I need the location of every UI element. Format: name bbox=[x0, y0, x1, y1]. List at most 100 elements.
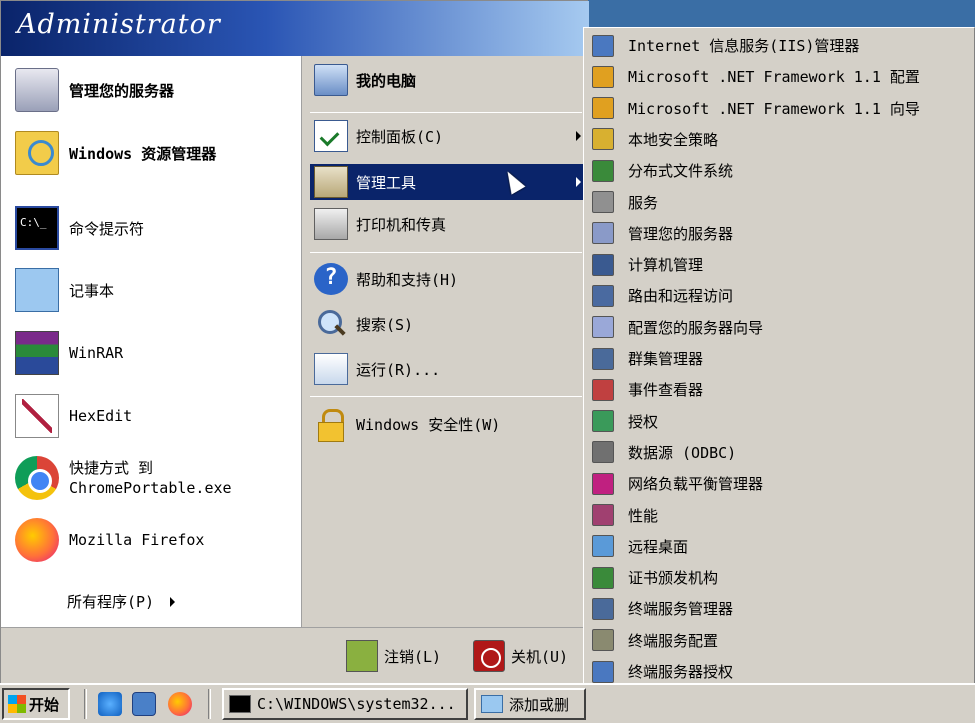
tool-icon bbox=[592, 65, 614, 88]
winrar-icon bbox=[15, 331, 59, 375]
submenu-item[interactable]: 管理您的服务器 bbox=[588, 218, 972, 249]
search-icon bbox=[314, 308, 348, 340]
cmd-icon bbox=[229, 695, 251, 713]
run-icon bbox=[314, 353, 348, 385]
right-my-computer[interactable]: 我的电脑 bbox=[314, 64, 416, 96]
recent-label: 命令提示符 bbox=[69, 219, 145, 238]
submenu-item-label: 管理您的服务器 bbox=[628, 224, 734, 243]
submenu-item-label: 配置您的服务器向导 bbox=[628, 318, 764, 337]
submenu-item-label: 路由和远程访问 bbox=[628, 287, 734, 306]
submenu-item[interactable]: 群集管理器 bbox=[588, 343, 972, 374]
firefox-icon[interactable] bbox=[168, 692, 192, 716]
tool-icon bbox=[592, 597, 614, 620]
submenu-item[interactable]: 本地安全策略 bbox=[588, 124, 972, 155]
tool-icon bbox=[592, 222, 614, 245]
recent-notepad[interactable]: 记事本 bbox=[15, 268, 114, 312]
power-icon bbox=[473, 640, 505, 672]
right-search[interactable]: 搜索(S) bbox=[314, 308, 413, 340]
submenu-item[interactable]: 事件查看器 bbox=[588, 374, 972, 405]
explorer-icon bbox=[15, 131, 59, 175]
tool-icon bbox=[592, 128, 614, 151]
submenu-item[interactable]: 终端服务配置 bbox=[588, 625, 972, 656]
recent-winrar[interactable]: WinRAR bbox=[15, 331, 123, 375]
tool-icon bbox=[592, 347, 614, 370]
chevron-right-icon bbox=[576, 177, 581, 187]
tool-icon bbox=[592, 97, 614, 120]
right-help[interactable]: ? 帮助和支持(H) bbox=[314, 263, 458, 295]
task-button-add-remove[interactable]: 添加或删 bbox=[474, 688, 586, 720]
admin-tools-submenu: Internet 信息服务(IIS)管理器 Microsoft .NET Fram… bbox=[583, 27, 975, 723]
submenu-item[interactable]: Internet 信息服务(IIS)管理器 bbox=[588, 30, 972, 61]
tool-icon bbox=[592, 566, 614, 589]
start-button[interactable]: 开始 bbox=[2, 688, 70, 720]
right-control-panel[interactable]: 控制面板(C) bbox=[314, 120, 584, 152]
windows-flag-icon bbox=[8, 695, 26, 713]
submenu-item[interactable]: Microsoft .NET Framework 1.1 向导 bbox=[588, 93, 972, 124]
submenu-item[interactable]: 服务 bbox=[588, 187, 972, 218]
all-programs-button[interactable]: 所有程序(P) bbox=[67, 591, 178, 612]
recent-label-line2: ChromePortable.exe bbox=[69, 479, 232, 497]
right-label: 控制面板(C) bbox=[356, 127, 444, 146]
shutdown-button[interactable]: 关机(U) bbox=[473, 640, 568, 672]
submenu-item[interactable]: 配置您的服务器向导 bbox=[588, 312, 972, 343]
recent-label: 记事本 bbox=[69, 281, 115, 300]
server-icon bbox=[15, 68, 59, 112]
submenu-item[interactable]: 数据源 (ODBC) bbox=[588, 437, 972, 468]
right-label: 打印机和传真 bbox=[356, 215, 447, 234]
recent-hexedit[interactable]: HexEdit bbox=[15, 394, 132, 438]
pinned-manage-server[interactable]: 管理您的服务器 bbox=[15, 68, 174, 112]
chevron-right-icon bbox=[168, 596, 178, 607]
tool-icon bbox=[592, 504, 614, 526]
submenu-item-label: 群集管理器 bbox=[628, 350, 704, 368]
pinned-label: Windows 资源管理器 bbox=[69, 144, 217, 163]
recent-firefox[interactable]: Mozilla Firefox bbox=[15, 518, 204, 562]
submenu-item[interactable]: 计算机管理 bbox=[588, 249, 972, 280]
add-remove-programs-icon bbox=[481, 695, 503, 713]
hexedit-icon bbox=[15, 394, 59, 438]
logoff-button[interactable]: 注销(L) bbox=[346, 640, 441, 672]
start-menu-footer: 注销(L) 关机(U) bbox=[1, 627, 589, 684]
recent-cmd[interactable]: C:\_ 命令提示符 bbox=[15, 206, 144, 250]
submenu-item-label: Microsoft .NET Framework 1.1 向导 bbox=[628, 99, 920, 118]
show-desktop-icon[interactable] bbox=[132, 692, 156, 716]
submenu-item-label: 性能 bbox=[628, 506, 659, 525]
right-run[interactable]: 运行(R)... bbox=[314, 353, 440, 385]
right-windows-security[interactable]: Windows 安全性(W) bbox=[314, 408, 500, 442]
chevron-right-icon bbox=[576, 131, 581, 141]
tool-icon bbox=[592, 441, 614, 464]
submenu-item-label: Microsoft .NET Framework 1.1 配置 bbox=[628, 68, 920, 87]
submenu-item[interactable]: Microsoft .NET Framework 1.1 配置 bbox=[588, 61, 972, 92]
tool-icon bbox=[592, 472, 614, 495]
shutdown-label: 关机(U) bbox=[511, 647, 569, 666]
tool-icon bbox=[592, 660, 614, 683]
submenu-item-label: 分布式文件系统 bbox=[628, 162, 734, 181]
right-label: 管理工具 bbox=[356, 173, 417, 192]
task-button-cmd[interactable]: C:\WINDOWS\system32... bbox=[222, 688, 468, 720]
recent-chrome-shortcut[interactable]: 快捷方式 到 ChromePortable.exe bbox=[15, 456, 232, 500]
pinned-windows-explorer[interactable]: Windows 资源管理器 bbox=[15, 131, 216, 175]
printer-icon bbox=[314, 208, 348, 240]
logoff-label: 注销(L) bbox=[384, 647, 442, 666]
submenu-item-label: 终端服务配置 bbox=[628, 631, 719, 650]
submenu-item-label: 本地安全策略 bbox=[628, 130, 719, 149]
right-admin-tools[interactable]: 管理工具 bbox=[310, 164, 590, 200]
submenu-item[interactable]: 分布式文件系统 bbox=[588, 155, 972, 186]
right-printers[interactable]: 打印机和传真 bbox=[314, 208, 446, 240]
recent-label: Mozilla Firefox bbox=[69, 531, 205, 549]
submenu-item[interactable]: 证书颁发机构 bbox=[588, 562, 972, 593]
notepad-icon bbox=[15, 268, 59, 312]
submenu-item-label: 服务 bbox=[628, 193, 659, 212]
submenu-item[interactable]: 路由和远程访问 bbox=[588, 280, 972, 311]
submenu-item-label: 授权 bbox=[628, 412, 659, 431]
submenu-item[interactable]: 授权 bbox=[588, 406, 972, 437]
right-label: 运行(R)... bbox=[356, 360, 441, 379]
submenu-item[interactable]: 网络负载平衡管理器 bbox=[588, 468, 972, 499]
submenu-item-label: 远程桌面 bbox=[628, 537, 689, 556]
submenu-item[interactable]: 终端服务管理器 bbox=[588, 593, 972, 624]
submenu-item[interactable]: 远程桌面 bbox=[588, 531, 972, 562]
start-label: 开始 bbox=[29, 695, 60, 714]
submenu-item-label: 事件查看器 bbox=[628, 381, 704, 400]
submenu-item[interactable]: 性能 bbox=[588, 500, 972, 531]
my-computer-icon bbox=[314, 64, 348, 96]
internet-explorer-icon[interactable] bbox=[98, 692, 122, 716]
